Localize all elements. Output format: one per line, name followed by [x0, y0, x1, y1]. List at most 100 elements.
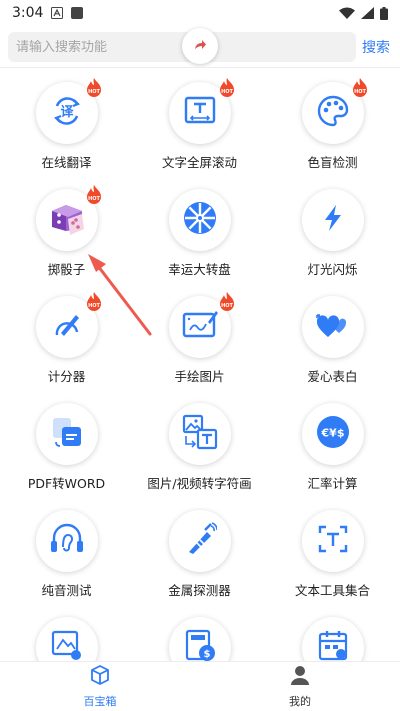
tab-label: 我的	[289, 695, 311, 708]
svg-text:HOT: HOT	[88, 196, 100, 202]
status-bar: 3:04	[0, 0, 400, 26]
bottom-tab-bar: 百宝箱 我的	[0, 661, 400, 711]
tool-scorer[interactable]: HOT 计分器	[0, 292, 133, 385]
tool-circle: HOT	[301, 78, 367, 144]
tool-image-to-ascii[interactable]: 图片/视频转字符画	[133, 403, 266, 492]
calendar-icon	[316, 629, 350, 661]
tool-circle	[168, 403, 231, 465]
tool-label: 爱心表白	[307, 369, 358, 384]
svg-text:译: 译	[60, 105, 74, 120]
header-divider	[0, 67, 400, 68]
wifi-icon	[339, 7, 355, 19]
arrow-turn-icon	[193, 37, 207, 56]
tool-label: PDF转WORD	[27, 476, 106, 491]
image-edit-icon	[50, 629, 84, 661]
svg-text:HOT: HOT	[354, 89, 366, 95]
keyboard-a-icon	[51, 7, 64, 19]
dice-icon	[46, 197, 88, 243]
tool-color-blind-test[interactable]: HOT 色盲检测	[266, 78, 399, 171]
tool-circle: HOT	[35, 185, 101, 251]
tool-circle: $	[168, 617, 231, 661]
notification-square-icon	[71, 7, 84, 19]
tool-label: 汇率计算	[307, 476, 358, 491]
tool-label: 文本工具集合	[294, 583, 370, 598]
drawing-tablet-icon	[182, 308, 218, 346]
tool-love-confession[interactable]: 爱心表白	[266, 296, 399, 385]
scorer-icon	[50, 308, 84, 346]
hot-badge-icon: HOT	[219, 78, 234, 97]
tool-label: 计分器	[47, 369, 86, 384]
tool-online-translate[interactable]: 译 HOT 在线翻译	[0, 78, 133, 171]
tool-hand-drawing[interactable]: HOT 手绘图片	[133, 292, 266, 385]
svg-text:HOT: HOT	[88, 303, 100, 309]
tool-text-tools[interactable]: 文本工具集合	[266, 510, 399, 599]
wheel-icon	[182, 200, 218, 240]
hot-badge-icon: HOT	[352, 78, 367, 97]
image-to-text-icon	[182, 414, 218, 454]
svg-text:$: $	[203, 649, 210, 660]
tool-circle: HOT	[35, 292, 101, 358]
tool-label: 文字全屏滚动	[161, 155, 237, 170]
hot-badge-icon: HOT	[86, 292, 101, 311]
hot-badge-icon: HOT	[86, 185, 101, 204]
tool-label: 掷骰子	[47, 262, 86, 277]
currency-icon: €¥$	[315, 414, 351, 454]
signal-icon	[361, 7, 374, 19]
battery-icon	[380, 6, 388, 20]
tool-circle: €¥$	[301, 403, 364, 465]
lightning-icon	[318, 203, 348, 237]
tool-label: 灯光闪烁	[307, 262, 358, 277]
tool-image-edit[interactable]	[0, 617, 133, 661]
svg-text:HOT: HOT	[221, 89, 233, 95]
tool-circle	[168, 510, 231, 572]
tool-pure-tone-test[interactable]: 纯音测试	[0, 510, 133, 599]
floating-shortcut-button[interactable]	[182, 28, 218, 64]
translate-icon: 译	[50, 94, 84, 132]
tool-circle	[301, 296, 364, 358]
palette-icon	[316, 94, 350, 132]
tool-fullscreen-scroll-text[interactable]: HOT 文字全屏滚动	[133, 78, 266, 171]
tool-metal-detector[interactable]: 金属探测器	[133, 510, 266, 599]
tool-calculator-money[interactable]: $	[133, 617, 266, 661]
svg-text:HOT: HOT	[221, 303, 233, 309]
calculator-money-icon: $	[183, 629, 217, 661]
svg-text:HOT: HOT	[88, 89, 100, 95]
tool-calendar[interactable]	[266, 617, 399, 661]
hearts-icon	[315, 309, 351, 345]
tool-dice[interactable]: HOT 掷骰子	[0, 185, 133, 278]
tool-lucky-wheel[interactable]: 幸运大转盘	[133, 189, 266, 278]
tool-label: 纯音测试	[41, 583, 92, 598]
tool-label: 金属探测器	[168, 583, 231, 598]
tool-circle	[35, 403, 98, 465]
tool-pdf-to-word[interactable]: PDF转WORD	[0, 403, 133, 492]
tool-label: 图片/视频转字符画	[147, 476, 252, 491]
tool-grid: 译 HOT 在线翻译 HOT 文字全屏滚动 HOT 色盲检测 HOT 掷骰子 幸…	[0, 78, 400, 661]
ear-headphones-icon	[49, 521, 85, 561]
tool-circle: HOT	[168, 78, 234, 144]
tool-exchange-rate[interactable]: €¥$ 汇率计算	[266, 403, 399, 492]
tool-circle	[301, 617, 364, 661]
tab-mine[interactable]: 我的	[200, 662, 400, 711]
text-tools-icon	[317, 523, 349, 559]
tool-circle: HOT	[168, 292, 234, 358]
search-button[interactable]: 搜索	[362, 37, 390, 57]
fullscreen-text-icon	[183, 94, 217, 132]
tool-circle: 译 HOT	[35, 78, 101, 144]
pdf-convert-icon	[50, 415, 84, 453]
hot-badge-icon: HOT	[86, 78, 101, 97]
tab-toolbox[interactable]: 百宝箱	[0, 662, 200, 711]
hot-badge-icon: HOT	[219, 292, 234, 311]
tool-circle	[35, 617, 98, 661]
tool-label: 色盲检测	[307, 155, 358, 170]
tool-circle	[35, 510, 98, 572]
tab-label: 百宝箱	[83, 695, 117, 708]
metal-detector-icon	[183, 522, 218, 560]
tool-circle	[301, 510, 364, 572]
status-time: 3:04	[12, 5, 44, 21]
box-icon	[89, 664, 111, 690]
svg-text:€¥$: €¥$	[320, 427, 344, 440]
tool-circle	[168, 189, 231, 251]
tool-flashlight-blink[interactable]: 灯光闪烁	[266, 189, 399, 278]
tool-label: 在线翻译	[41, 155, 92, 170]
user-icon	[289, 664, 311, 690]
